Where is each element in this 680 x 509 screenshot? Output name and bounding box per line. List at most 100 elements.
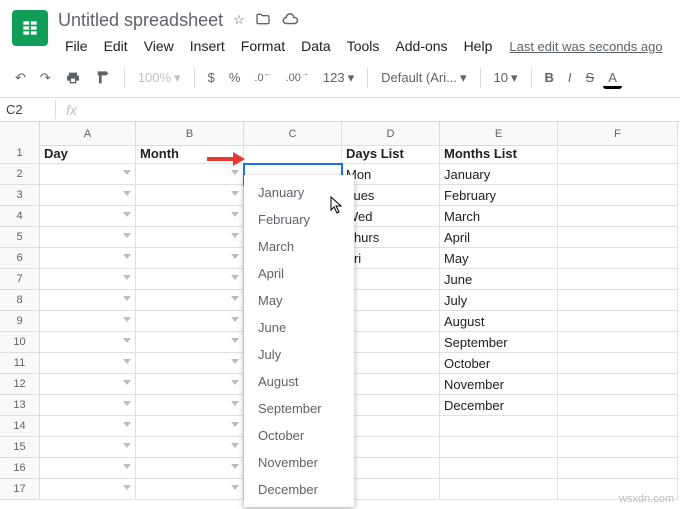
dropdown-option[interactable]: March	[244, 233, 354, 260]
row-header-15[interactable]: 15	[0, 437, 40, 458]
validation-dropdown-arrow[interactable]	[123, 380, 131, 385]
cell-E4[interactable]: March	[440, 206, 558, 227]
validation-dropdown-arrow[interactable]	[123, 443, 131, 448]
validation-dropdown-arrow[interactable]	[231, 485, 239, 490]
name-box[interactable]: C2	[0, 100, 56, 119]
strikethrough-button[interactable]: S	[581, 66, 600, 89]
cell-E7[interactable]: June	[440, 269, 558, 290]
cell-A3[interactable]	[40, 185, 136, 206]
cell-E14[interactable]	[440, 416, 558, 437]
cell-F2[interactable]	[558, 164, 678, 185]
menu-file[interactable]: File	[58, 35, 95, 57]
cell-D17[interactable]	[342, 479, 440, 500]
paint-format-button[interactable]	[90, 66, 116, 90]
cell-E13[interactable]: December	[440, 395, 558, 416]
validation-dropdown-arrow[interactable]	[123, 422, 131, 427]
cell-A7[interactable]	[40, 269, 136, 290]
validation-dropdown-arrow[interactable]	[231, 191, 239, 196]
validation-dropdown-arrow[interactable]	[231, 212, 239, 217]
validation-dropdown-arrow[interactable]	[123, 359, 131, 364]
cell-F10[interactable]	[558, 332, 678, 353]
cell-A14[interactable]	[40, 416, 136, 437]
cell-D5[interactable]: Thurs	[342, 227, 440, 248]
cell-A10[interactable]	[40, 332, 136, 353]
cell-E3[interactable]: February	[440, 185, 558, 206]
validation-dropdown-arrow[interactable]	[123, 317, 131, 322]
cell-F9[interactable]	[558, 311, 678, 332]
cell-B17[interactable]	[136, 479, 244, 500]
validation-dropdown-arrow[interactable]	[123, 275, 131, 280]
cell-D8[interactable]	[342, 290, 440, 311]
row-header-16[interactable]: 16	[0, 458, 40, 479]
dropdown-option[interactable]: October	[244, 422, 354, 449]
cell-F12[interactable]	[558, 374, 678, 395]
menu-data[interactable]: Data	[294, 35, 338, 57]
cell-E15[interactable]	[440, 437, 558, 458]
dropdown-option[interactable]: December	[244, 476, 354, 503]
row-header-9[interactable]: 9	[0, 311, 40, 332]
star-icon[interactable]: ☆	[233, 12, 245, 28]
cell-D7[interactable]	[342, 269, 440, 290]
cell-E17[interactable]	[440, 479, 558, 500]
dropdown-option[interactable]: September	[244, 395, 354, 422]
cell-A6[interactable]	[40, 248, 136, 269]
validation-dropdown-arrow[interactable]	[123, 254, 131, 259]
cell-A8[interactable]	[40, 290, 136, 311]
row-header-1[interactable]: 1	[0, 143, 40, 164]
dropdown-option[interactable]: June	[244, 314, 354, 341]
cell-B11[interactable]	[136, 353, 244, 374]
validation-dropdown-arrow[interactable]	[231, 380, 239, 385]
move-icon[interactable]	[255, 11, 271, 30]
row-header-11[interactable]: 11	[0, 353, 40, 374]
cell-F16[interactable]	[558, 458, 678, 479]
menu-insert[interactable]: Insert	[183, 35, 232, 57]
validation-dropdown-arrow[interactable]	[231, 464, 239, 469]
decrease-decimal-button[interactable]: .0←	[249, 68, 276, 88]
cell-A15[interactable]	[40, 437, 136, 458]
cell-A11[interactable]	[40, 353, 136, 374]
cell-F3[interactable]	[558, 185, 678, 206]
menu-view[interactable]: View	[137, 35, 181, 57]
cell-F8[interactable]	[558, 290, 678, 311]
cell-D16[interactable]	[342, 458, 440, 479]
validation-dropdown-arrow[interactable]	[231, 170, 239, 175]
dropdown-option[interactable]: April	[244, 260, 354, 287]
row-header-14[interactable]: 14	[0, 416, 40, 437]
redo-button[interactable]: ↷	[35, 66, 56, 90]
validation-dropdown-arrow[interactable]	[123, 191, 131, 196]
cell-D2[interactable]: Mon	[342, 164, 440, 185]
cell-B5[interactable]	[136, 227, 244, 248]
currency-button[interactable]: $	[203, 66, 220, 89]
dropdown-option[interactable]: August	[244, 368, 354, 395]
cell-D3[interactable]: Tues	[342, 185, 440, 206]
validation-dropdown-arrow[interactable]	[123, 338, 131, 343]
validation-dropdown-arrow[interactable]	[123, 401, 131, 406]
italic-button[interactable]: I	[563, 66, 577, 89]
cell-E1[interactable]: Months List	[440, 143, 558, 164]
validation-dropdown-arrow[interactable]	[123, 296, 131, 301]
cell-D1[interactable]: Days List	[342, 143, 440, 164]
month-dropdown-menu[interactable]: JanuaryFebruaryMarchAprilMayJuneJulyAugu…	[244, 175, 354, 507]
menu-format[interactable]: Format	[234, 35, 292, 57]
cell-B8[interactable]	[136, 290, 244, 311]
undo-button[interactable]: ↶	[10, 66, 31, 90]
cell-A16[interactable]	[40, 458, 136, 479]
validation-dropdown-arrow[interactable]	[231, 233, 239, 238]
cell-A12[interactable]	[40, 374, 136, 395]
validation-dropdown-arrow[interactable]	[123, 485, 131, 490]
font-size-dropdown[interactable]: 10 ▾	[489, 67, 523, 89]
cell-B12[interactable]	[136, 374, 244, 395]
validation-dropdown-arrow[interactable]	[231, 359, 239, 364]
cell-A5[interactable]	[40, 227, 136, 248]
validation-dropdown-arrow[interactable]	[231, 338, 239, 343]
cell-E8[interactable]: July	[440, 290, 558, 311]
cell-D6[interactable]: Fri	[342, 248, 440, 269]
increase-decimal-button[interactable]: .00→	[281, 68, 314, 88]
cell-A4[interactable]	[40, 206, 136, 227]
cell-E16[interactable]	[440, 458, 558, 479]
cell-E10[interactable]: September	[440, 332, 558, 353]
more-formats-dropdown[interactable]: 123 ▾	[318, 67, 359, 89]
text-color-button[interactable]: A	[603, 66, 622, 89]
row-header-7[interactable]: 7	[0, 269, 40, 290]
row-header-10[interactable]: 10	[0, 332, 40, 353]
